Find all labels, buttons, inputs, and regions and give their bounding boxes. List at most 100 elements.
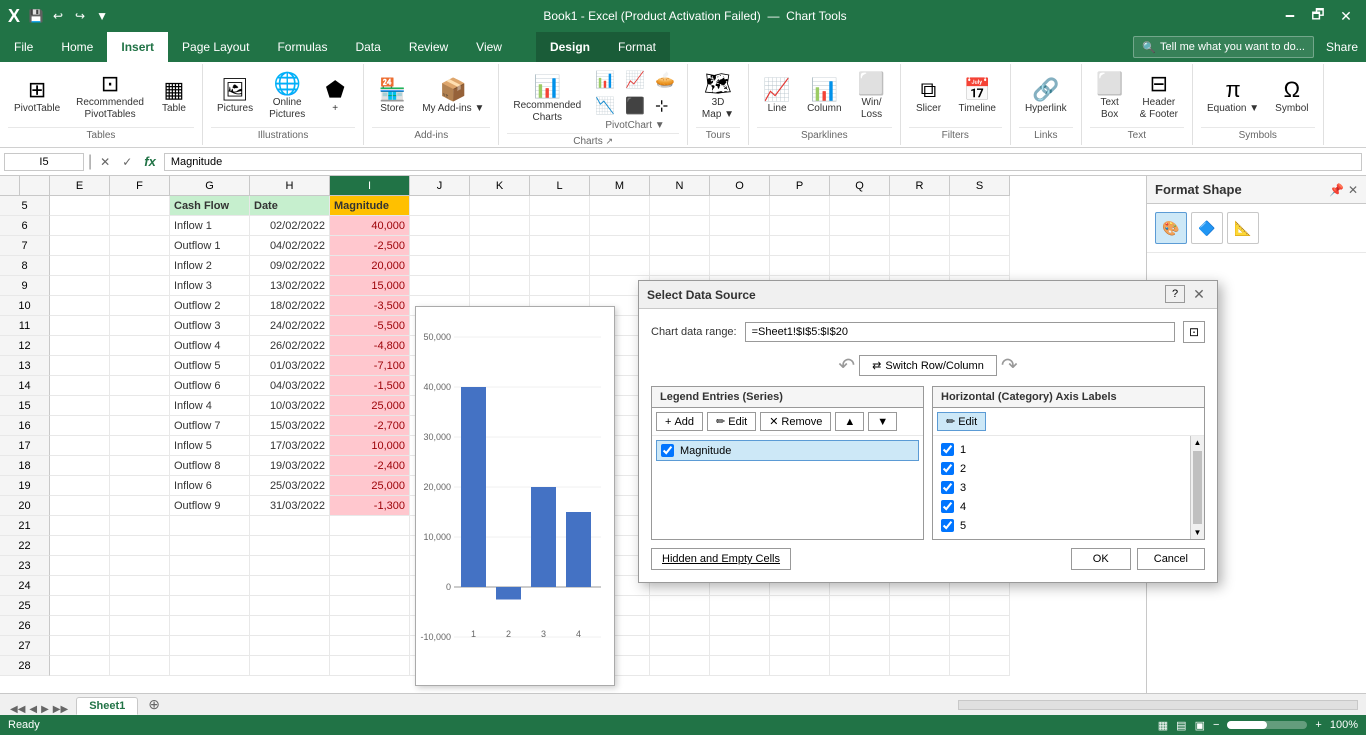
- sheet-nav-last[interactable]: ▶▶: [53, 704, 68, 715]
- grid-cell[interactable]: [710, 256, 770, 276]
- axis-label-5[interactable]: 5: [937, 516, 1200, 535]
- grid-cell[interactable]: [110, 516, 170, 536]
- sheet-nav-prev[interactable]: ◀: [29, 704, 37, 715]
- grid-cell[interactable]: [530, 196, 590, 216]
- grid-cell[interactable]: [710, 656, 770, 676]
- col-header-R[interactable]: R: [890, 176, 950, 196]
- grid-cell[interactable]: [530, 216, 590, 236]
- grid-cell[interactable]: [470, 576, 530, 596]
- grid-cell[interactable]: [470, 556, 530, 576]
- grid-cell[interactable]: [50, 536, 110, 556]
- view-layout-icon[interactable]: ▤: [1176, 719, 1186, 732]
- grid-cell[interactable]: 04/03/2022: [250, 376, 330, 396]
- grid-cell[interactable]: Outflow 3: [170, 316, 250, 336]
- tab-formulas[interactable]: Formulas: [263, 32, 341, 62]
- grid-cell[interactable]: Outflow 9: [170, 496, 250, 516]
- grid-cell[interactable]: [470, 416, 530, 436]
- legend-series-checkbox[interactable]: [661, 444, 674, 457]
- grid-cell[interactable]: [250, 516, 330, 536]
- grid-cell[interactable]: [470, 596, 530, 616]
- col-header-J[interactable]: J: [410, 176, 470, 196]
- grid-cell[interactable]: [770, 196, 830, 216]
- timeline-button[interactable]: 📅 Timeline: [953, 75, 1002, 119]
- axis-scroll-thumb[interactable]: [1193, 451, 1202, 524]
- tab-page-layout[interactable]: Page Layout: [168, 32, 263, 62]
- tab-view[interactable]: View: [462, 32, 516, 62]
- grid-cell[interactable]: 10,000: [330, 436, 410, 456]
- grid-cell[interactable]: [50, 236, 110, 256]
- row-number[interactable]: 27: [0, 636, 50, 656]
- grid-cell[interactable]: -1,500: [330, 376, 410, 396]
- axis-checkbox-4[interactable]: [941, 500, 954, 513]
- row-number[interactable]: 9: [0, 276, 50, 296]
- grid-cell[interactable]: [530, 516, 590, 536]
- col-header-E[interactable]: E: [50, 176, 110, 196]
- symbol-button[interactable]: Ω Symbol: [1269, 75, 1314, 119]
- grid-cell[interactable]: [530, 356, 590, 376]
- equation-button[interactable]: π Equation ▼: [1201, 75, 1265, 119]
- grid-cell[interactable]: [250, 556, 330, 576]
- grid-cell[interactable]: 25,000: [330, 476, 410, 496]
- grid-cell[interactable]: [110, 336, 170, 356]
- grid-cell[interactable]: [410, 536, 470, 556]
- grid-cell[interactable]: [410, 596, 470, 616]
- grid-cell[interactable]: [410, 616, 470, 636]
- sparkline-column-button[interactable]: 📊 Column: [801, 75, 847, 119]
- grid-cell[interactable]: [710, 216, 770, 236]
- grid-cell[interactable]: [590, 236, 650, 256]
- axis-label-1[interactable]: 1: [937, 440, 1200, 459]
- row-number[interactable]: 21: [0, 516, 50, 536]
- col-header-P[interactable]: P: [770, 176, 830, 196]
- slicer-button[interactable]: ⧉ Slicer: [909, 75, 949, 119]
- dialog-help-button[interactable]: ?: [1165, 285, 1185, 303]
- row-number[interactable]: 28: [0, 656, 50, 676]
- grid-cell[interactable]: [330, 556, 410, 576]
- axis-edit-button[interactable]: ✏ Edit: [937, 412, 986, 431]
- grid-cell[interactable]: [50, 556, 110, 576]
- grid-cell[interactable]: [50, 356, 110, 376]
- grid-cell[interactable]: Inflow 2: [170, 256, 250, 276]
- axis-checkbox-1[interactable]: [941, 443, 954, 456]
- grid-cell[interactable]: [50, 456, 110, 476]
- maximize-button[interactable]: 🗗: [1306, 4, 1330, 28]
- grid-cell[interactable]: [110, 216, 170, 236]
- grid-cell[interactable]: [330, 636, 410, 656]
- grid-cell[interactable]: [170, 656, 250, 676]
- grid-cell[interactable]: [110, 356, 170, 376]
- legend-move-up-button[interactable]: ▲: [835, 412, 864, 431]
- grid-cell[interactable]: [250, 636, 330, 656]
- grid-cell[interactable]: [410, 476, 470, 496]
- grid-cell[interactable]: [530, 536, 590, 556]
- grid-cell[interactable]: [950, 616, 1010, 636]
- col-header-N[interactable]: N: [650, 176, 710, 196]
- grid-cell[interactable]: [590, 596, 650, 616]
- legend-remove-button[interactable]: ✕ Remove: [760, 412, 831, 431]
- grid-cell[interactable]: [530, 236, 590, 256]
- grid-cell[interactable]: [250, 596, 330, 616]
- row-number[interactable]: 15: [0, 396, 50, 416]
- grid-cell[interactable]: [470, 396, 530, 416]
- grid-cell[interactable]: [410, 356, 470, 376]
- grid-cell[interactable]: 24/02/2022: [250, 316, 330, 336]
- grid-cell[interactable]: [110, 416, 170, 436]
- grid-cell[interactable]: [410, 256, 470, 276]
- col-header-F[interactable]: F: [110, 176, 170, 196]
- row-number[interactable]: 25: [0, 596, 50, 616]
- grid-cell[interactable]: [950, 636, 1010, 656]
- grid-cell[interactable]: Magnitude: [330, 196, 410, 216]
- view-page-break-icon[interactable]: ▣: [1195, 719, 1205, 732]
- hyperlink-button[interactable]: 🔗 Hyperlink: [1019, 75, 1073, 119]
- grid-cell[interactable]: Inflow 4: [170, 396, 250, 416]
- dialog-close-button[interactable]: ✕: [1189, 285, 1209, 305]
- pie-chart-button[interactable]: 🥧: [651, 68, 679, 92]
- grid-cell[interactable]: -1,300: [330, 496, 410, 516]
- add-sheet-button[interactable]: ⊕: [140, 694, 168, 715]
- grid-cell[interactable]: [110, 556, 170, 576]
- grid-cell[interactable]: [110, 296, 170, 316]
- grid-cell[interactable]: Inflow 6: [170, 476, 250, 496]
- grid-cell[interactable]: [830, 636, 890, 656]
- grid-cell[interactable]: [410, 656, 470, 676]
- row-number[interactable]: 11: [0, 316, 50, 336]
- zoom-slider[interactable]: [1227, 721, 1307, 729]
- grid-cell[interactable]: 18/02/2022: [250, 296, 330, 316]
